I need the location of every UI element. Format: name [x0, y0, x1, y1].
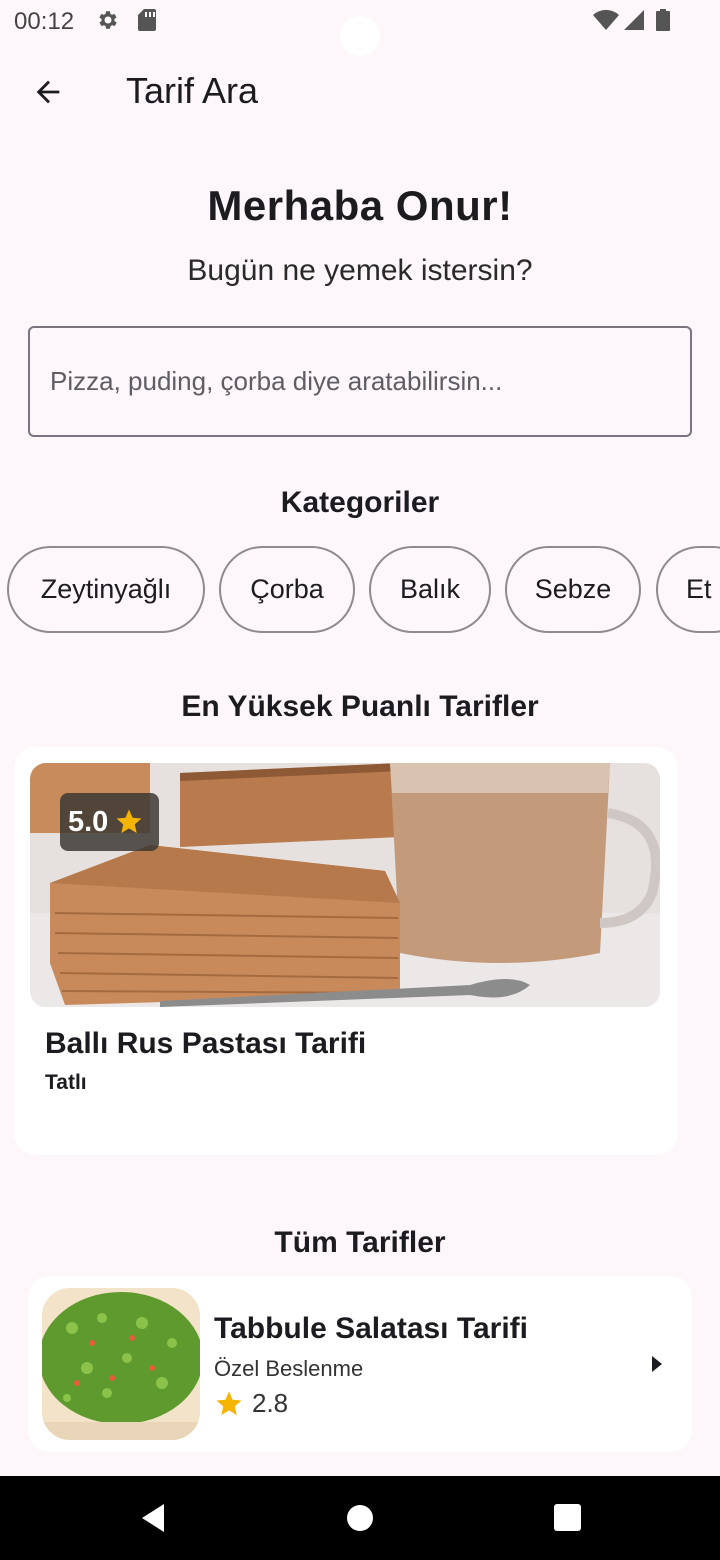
rating-badge: 5.0: [60, 793, 159, 851]
back-button[interactable]: [20, 64, 76, 120]
square-recents-icon: [554, 1504, 581, 1531]
page-title: Tarif Ara: [126, 70, 259, 111]
recipe-category: Tatlı: [45, 1071, 87, 1094]
star-icon: [116, 809, 142, 834]
category-chip-zeytinyagli[interactable]: Zeytinyağlı: [7, 546, 205, 633]
star-icon: [216, 1391, 242, 1415]
chevron-right-icon: [652, 1356, 662, 1372]
recipe-title: Tabbule Salatası Tarifi: [214, 1312, 528, 1345]
top-rated-title: En Yüksek Puanlı Tarifler: [181, 690, 539, 723]
search-input[interactable]: [30, 328, 690, 435]
circle-home-icon: [347, 1505, 373, 1531]
nav-back-button[interactable]: [136, 1496, 180, 1540]
category-chip-et[interactable]: Et: [656, 546, 720, 633]
system-nav-bar: [0, 1476, 720, 1560]
app-bar: Tarif Ara: [0, 56, 720, 126]
recipe-rating: 2.8: [214, 1388, 288, 1419]
arrow-back-icon: [36, 80, 60, 104]
nav-recents-button[interactable]: [546, 1496, 590, 1540]
battery-icon: [654, 8, 672, 37]
nav-home-button[interactable]: [338, 1496, 382, 1540]
search-field: [28, 326, 692, 437]
greeting-title: Merhaba Onur!: [207, 182, 513, 229]
category-chip-balik[interactable]: Balık: [369, 546, 491, 633]
signal-icon: [622, 8, 646, 37]
recipe-category: Özel Beslenme: [214, 1356, 364, 1381]
camera-cutout: [340, 16, 380, 56]
category-chip-corba[interactable]: Çorba: [219, 546, 355, 633]
recipe-image: 5.0: [30, 763, 660, 1007]
recipe-title: Ballı Rus Pastası Tarifi: [45, 1027, 367, 1060]
settings-icon: [96, 8, 120, 37]
wifi-icon: [592, 8, 620, 37]
status-time: 00:12: [14, 8, 75, 35]
list-item[interactable]: Tabbule Salatası Tarifi Özel Beslenme 2.…: [28, 1276, 692, 1452]
category-chip-sebze[interactable]: Sebze: [505, 546, 641, 633]
rating-value: 2.8: [252, 1388, 289, 1418]
categories-title: Kategoriler: [280, 486, 440, 519]
recipe-search-screen: 00:12 Tarif Ara Merhaba Onur! Bugün ne y…: [0, 0, 720, 1560]
top-rated-recipe-card[interactable]: 5.0 Ballı Rus Pastası Tarifi Tatlı: [14, 747, 678, 1155]
recipe-thumbnail: [42, 1288, 200, 1440]
triangle-back-icon: [142, 1504, 164, 1532]
all-recipes-title: Tüm Tarifler: [274, 1226, 446, 1259]
rating-value: 5.0: [68, 805, 109, 838]
sd-card-icon: [136, 8, 158, 37]
greeting-subtitle: Bugün ne yemek istersin?: [187, 254, 533, 287]
